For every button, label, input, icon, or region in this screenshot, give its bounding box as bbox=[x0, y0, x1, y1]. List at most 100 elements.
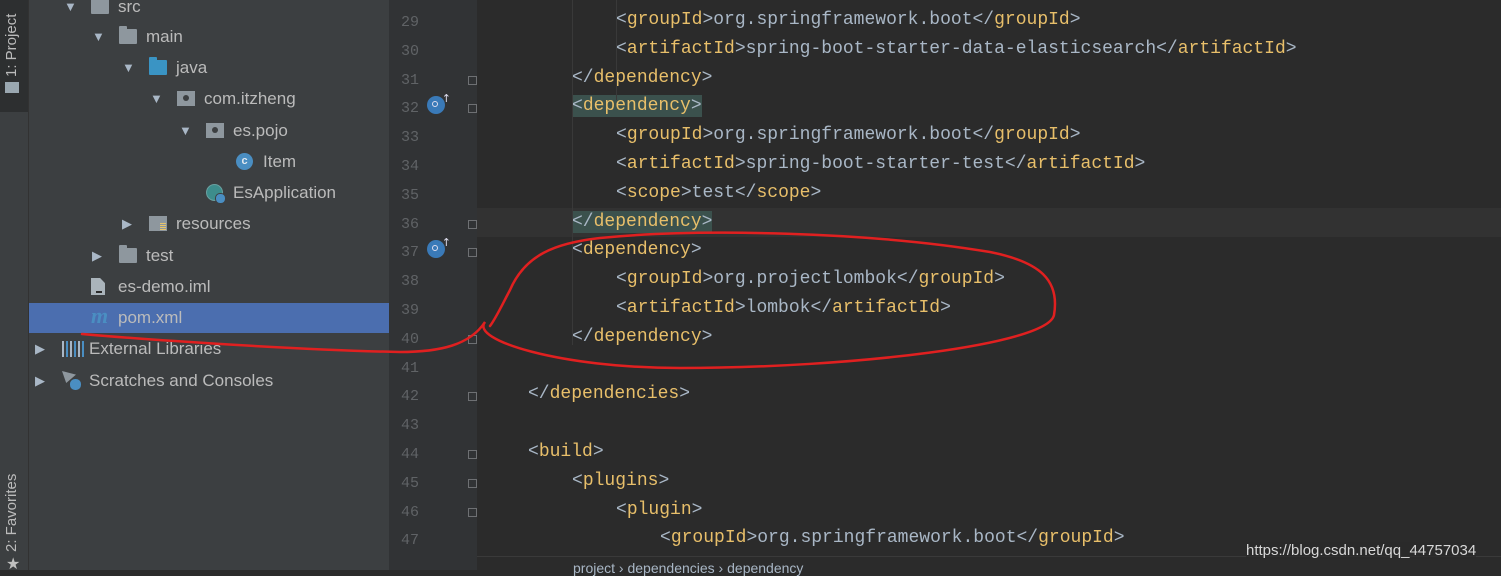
code-text: <scope>test</scope> bbox=[616, 182, 822, 203]
code-line[interactable]: <artifactId>lombok</artifactId> bbox=[477, 294, 1501, 323]
breadcrumb-item[interactable]: project bbox=[573, 560, 615, 576]
line-number: 29 bbox=[400, 14, 419, 31]
class-icon: c bbox=[236, 153, 253, 170]
tree-item-label: src bbox=[118, 0, 141, 16]
chevron-right-icon[interactable]: ▶ bbox=[35, 341, 45, 357]
tree-item-label: EsApplication bbox=[233, 183, 337, 202]
project-tree-panel: ▼ src ▼ main ▼ java ▼ com.itzheng ▼ es.pojo c Item E… bbox=[29, 0, 389, 570]
tree-row[interactable]: ▶ Scratches and Consoles bbox=[29, 366, 389, 396]
tree-row[interactable]: m pom.xml bbox=[29, 303, 389, 333]
tree-row[interactable]: ▼ src bbox=[29, 0, 389, 22]
fold-marker-icon[interactable] bbox=[468, 248, 477, 258]
code-line[interactable] bbox=[477, 409, 1501, 438]
line-number: 41 bbox=[400, 359, 419, 377]
code-line[interactable]: <dependency> bbox=[477, 236, 1501, 265]
code-line[interactable]: </dependencies> bbox=[477, 380, 1501, 409]
chevron-right-icon[interactable]: ▶ bbox=[122, 216, 132, 232]
code-text: <groupId>org.springframework.boot</group… bbox=[616, 125, 1081, 146]
code-line[interactable]: <build> bbox=[477, 438, 1501, 467]
override-gutter-icon[interactable]: ↑ bbox=[427, 92, 451, 115]
code-text: <plugin> bbox=[616, 499, 703, 520]
fold-marker-icon[interactable] bbox=[468, 478, 477, 488]
code-line[interactable]: <plugin> bbox=[477, 496, 1501, 525]
chevron-down-icon[interactable]: ▼ bbox=[179, 123, 192, 138]
tree-item-label: es-demo.iml bbox=[118, 277, 211, 296]
line-number: 46 bbox=[400, 503, 419, 521]
tree-item-label: main bbox=[146, 27, 183, 46]
tree-row[interactable]: ▶ resources bbox=[29, 209, 389, 239]
spring-boot-app-icon bbox=[206, 184, 226, 204]
code-text: <groupId>org.projectlombok</groupId> bbox=[616, 269, 1005, 290]
fold-marker-icon[interactable] bbox=[468, 507, 477, 517]
tree-row[interactable]: ▼ java bbox=[29, 53, 389, 83]
code-line[interactable]: <artifactId>spring-boot-starter-data-ela… bbox=[477, 35, 1501, 64]
fold-marker-icon[interactable] bbox=[468, 334, 477, 344]
code-line[interactable]: <groupId>org.springframework.boot</group… bbox=[477, 121, 1501, 150]
fold-marker-icon[interactable] bbox=[468, 392, 477, 402]
code-line[interactable] bbox=[477, 352, 1501, 381]
line-number: 43 bbox=[400, 417, 419, 435]
code-line[interactable]: <groupId>org.projectlombok</groupId> bbox=[477, 265, 1501, 294]
code-line[interactable]: <dependency> bbox=[477, 92, 1501, 121]
tool-tab-project-label: 1: Project bbox=[3, 13, 20, 77]
tool-tab-favorites[interactable]: 2: Favorites ★ bbox=[0, 440, 28, 573]
override-gutter-icon[interactable]: ↑ bbox=[427, 236, 451, 259]
breadcrumb-item[interactable]: dependency bbox=[727, 560, 803, 576]
tree-row[interactable]: ▼ es.pojo bbox=[29, 116, 389, 146]
tree-row[interactable]: c Item bbox=[29, 147, 389, 177]
code-line[interactable]: <plugins> bbox=[477, 467, 1501, 496]
breadcrumb-separator: › bbox=[714, 560, 728, 576]
line-number: 34 bbox=[400, 158, 419, 175]
code-text: </dependency> bbox=[572, 326, 713, 347]
folder-icon bbox=[119, 26, 137, 44]
chevron-down-icon[interactable]: ▼ bbox=[92, 29, 105, 44]
tree-row[interactable]: ▶ test bbox=[29, 241, 389, 271]
breadcrumb-item[interactable]: dependencies bbox=[627, 560, 714, 576]
indent-guide bbox=[616, 0, 617, 100]
code-line[interactable]: </dependency> bbox=[477, 323, 1501, 352]
resources-folder-icon bbox=[149, 216, 167, 231]
indent-guide bbox=[572, 0, 573, 345]
fold-marker-icon[interactable] bbox=[468, 75, 477, 85]
code-line[interactable]: <groupId>org.springframework.boot</group… bbox=[477, 6, 1501, 35]
line-number: 38 bbox=[400, 273, 419, 291]
chevron-right-icon[interactable]: ▶ bbox=[92, 248, 102, 264]
fold-marker-icon[interactable] bbox=[468, 450, 477, 459]
code-line[interactable]: </dependency> bbox=[477, 64, 1501, 93]
line-number: 42 bbox=[400, 388, 419, 406]
tree-item-label: es.pojo bbox=[233, 121, 288, 140]
line-number: 35 bbox=[400, 186, 419, 204]
libraries-icon bbox=[62, 341, 84, 357]
code-line[interactable]: <scope>test</scope> bbox=[477, 179, 1501, 208]
fold-marker-icon[interactable] bbox=[468, 104, 477, 114]
tree-row[interactable]: EsApplication bbox=[29, 178, 389, 208]
tree-row[interactable]: es-demo.iml bbox=[29, 272, 389, 302]
code-editor[interactable]: 29 30 31 32 ↑ 33 34 35 36 37 ↑ 38 39 40 41 42 43 44 45 46 47… bbox=[389, 0, 1501, 576]
line-number: 47 bbox=[400, 532, 419, 550]
iml-file-icon bbox=[91, 278, 105, 295]
package-icon bbox=[206, 123, 224, 138]
line-number: 36 bbox=[400, 215, 419, 233]
tree-row[interactable]: ▶ External Libraries bbox=[29, 334, 389, 364]
tree-item-label: pom.xml bbox=[118, 308, 183, 327]
fold-marker-icon[interactable] bbox=[468, 219, 477, 229]
code-text: <artifactId>lombok</artifactId> bbox=[616, 298, 951, 318]
chevron-down-icon[interactable]: ▼ bbox=[122, 60, 135, 75]
code-text: <artifactId>spring-boot-starter-test</ar… bbox=[616, 154, 1146, 174]
package-icon bbox=[177, 91, 195, 106]
chevron-down-icon[interactable]: ▼ bbox=[150, 91, 163, 106]
tool-tab-project[interactable]: 1: Project bbox=[0, 0, 28, 112]
tree-item-label: External Libraries bbox=[89, 339, 222, 358]
code-line[interactable]: </dependency> bbox=[477, 207, 1501, 237]
code-text: <plugins> bbox=[572, 470, 670, 491]
star-icon: ★ bbox=[6, 556, 21, 573]
folder-icon bbox=[91, 0, 109, 14]
breadcrumb[interactable]: project › dependencies › dependency bbox=[573, 560, 803, 576]
tree-row[interactable]: ▼ com.itzheng bbox=[29, 84, 389, 114]
code-line[interactable]: <artifactId>spring-boot-starter-test</ar… bbox=[477, 150, 1501, 179]
chevron-right-icon[interactable]: ▶ bbox=[35, 373, 45, 389]
chevron-down-icon[interactable]: ▼ bbox=[64, 0, 77, 14]
tool-tab-favorites-label: 2: Favorites bbox=[3, 473, 20, 552]
tree-row[interactable]: ▼ main bbox=[29, 22, 389, 52]
breadcrumb-separator: › bbox=[615, 560, 628, 576]
